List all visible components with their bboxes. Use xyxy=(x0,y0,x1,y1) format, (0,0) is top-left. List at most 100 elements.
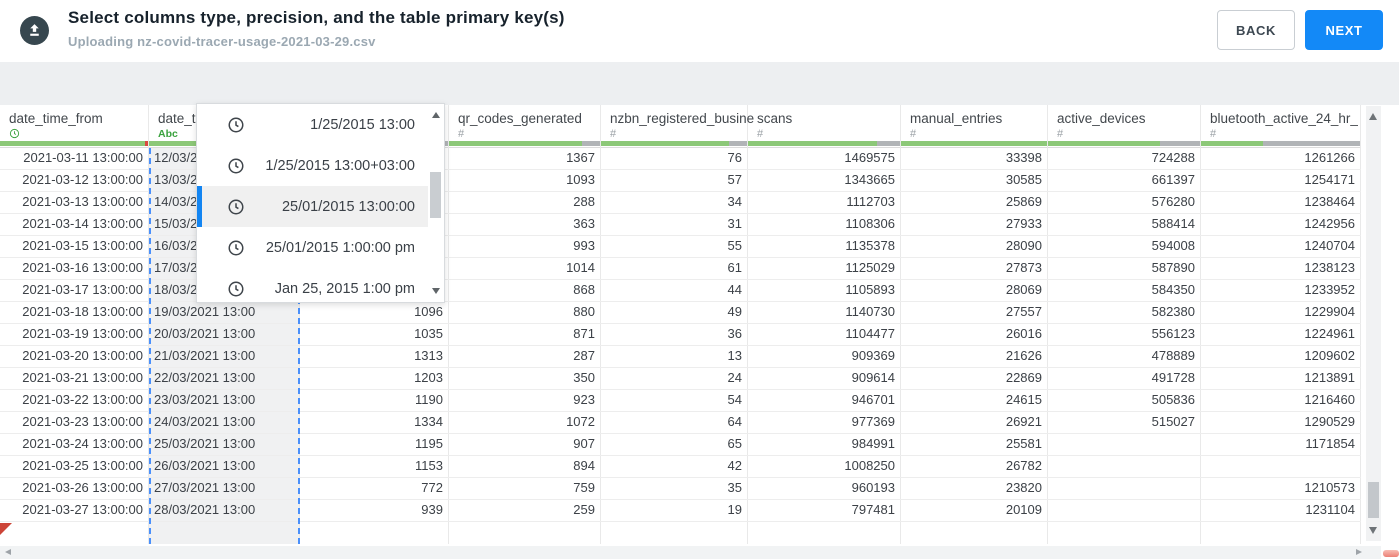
column-header[interactable]: bluetooth_active_24_hr_ # xyxy=(1201,105,1361,148)
table-cell: 868 xyxy=(449,280,601,301)
table-cell: 25869 xyxy=(901,192,1048,213)
option-label: 25/01/2015 1:00:00 pm xyxy=(265,239,415,256)
table-row: 2021-03-23 13:00:00 24/03/2021 13:00 1334 1… xyxy=(0,412,1361,434)
scroll-right-arrow[interactable] xyxy=(1356,549,1362,555)
table-cell: 1096 xyxy=(300,302,449,323)
table-cell: 61 xyxy=(601,258,748,279)
column-header[interactable]: nzbn_registered_busine # xyxy=(601,105,754,148)
table-cell: 33398 xyxy=(901,148,1048,169)
column-quality-bar xyxy=(901,141,1047,146)
table-cell: 2021-03-22 13:00:00 xyxy=(0,390,149,411)
table-cell: 27933 xyxy=(901,214,1048,235)
table-cell: 27/03/2021 13:00 xyxy=(149,478,300,499)
csv-upload-wizard: Select columns type, precision, and the … xyxy=(0,0,1399,560)
table-cell: 505836 xyxy=(1048,390,1201,411)
column-quality-bar xyxy=(601,141,747,146)
table-cell: 2021-03-18 13:00:00 xyxy=(0,302,149,323)
table-row: 2021-03-26 13:00:00 27/03/2021 13:00 772 75… xyxy=(0,478,1361,500)
column-name: scans xyxy=(757,111,793,126)
table-cell: 26/03/2021 13:00 xyxy=(149,456,300,477)
column-header[interactable]: date_time_from xyxy=(0,105,149,148)
table-cell: 21/03/2021 13:00 xyxy=(149,346,300,367)
clock-icon xyxy=(227,157,245,175)
table-cell: 2021-03-25 13:00:00 xyxy=(0,456,149,477)
table-cell: 19 xyxy=(601,500,748,521)
table-cell: 1213891 xyxy=(1201,368,1361,389)
table-cell: 1140730 xyxy=(748,302,901,323)
dropdown-scrollbar-thumb[interactable] xyxy=(430,172,441,218)
table-row: 2021-03-21 13:00:00 22/03/2021 13:00 1203 3… xyxy=(0,368,1361,390)
table-cell: 2021-03-12 13:00:00 xyxy=(0,170,149,191)
table-cell: 35 xyxy=(601,478,748,499)
wizard-header: Select columns type, precision, and the … xyxy=(0,0,1399,62)
table-cell: 478889 xyxy=(1048,346,1201,367)
table-cell: 1135378 xyxy=(748,236,901,257)
upload-status: Uploading nz-covid-tracer-usage-2021-03-… xyxy=(68,34,376,49)
table-cell: 1008250 xyxy=(748,456,901,477)
red-scroll-indicator xyxy=(1383,550,1399,557)
wizard-titles: Select columns type, precision, and the … xyxy=(68,8,565,49)
dropdown-option[interactable]: 25/01/2015 13:00:00 xyxy=(197,186,429,227)
dropdown-option[interactable]: Jan 25, 2015 1:00 pm xyxy=(197,268,429,302)
scroll-up-arrow[interactable] xyxy=(1369,113,1377,120)
table-cell: 28/03/2021 13:00 xyxy=(149,500,300,521)
table-cell: 984991 xyxy=(748,434,901,455)
dropdown-option[interactable]: 1/25/2015 13:00+03:00 xyxy=(197,145,429,186)
vertical-scrollbar-thumb[interactable] xyxy=(1368,482,1379,518)
column-type-indicator: # xyxy=(458,128,465,140)
table-cell: 946701 xyxy=(748,390,901,411)
next-button[interactable]: NEXT xyxy=(1305,10,1383,50)
table-cell: 2021-03-24 13:00:00 xyxy=(0,434,149,455)
column-header[interactable]: scans # xyxy=(748,105,901,148)
vertical-scrollbar[interactable] xyxy=(1366,106,1381,541)
column-header[interactable]: manual_entries # xyxy=(901,105,1048,148)
back-button[interactable]: BACK xyxy=(1217,10,1295,50)
scroll-down-arrow[interactable] xyxy=(1369,527,1377,534)
column-header[interactable]: qr_codes_generated # xyxy=(449,105,601,148)
table-cell: 1072 xyxy=(449,412,601,433)
clock-icon xyxy=(227,280,245,298)
table-cell: 1261266 xyxy=(1201,148,1361,169)
option-label: 1/25/2015 13:00+03:00 xyxy=(265,157,415,174)
table-cell: 26921 xyxy=(901,412,1048,433)
table-cell: 44 xyxy=(601,280,748,301)
column-quality-bar xyxy=(0,141,148,146)
table-cell: 2021-03-16 13:00:00 xyxy=(0,258,149,279)
table-cell: 31 xyxy=(601,214,748,235)
table-cell xyxy=(1201,456,1361,477)
table-cell xyxy=(449,522,601,544)
table-cell: 1367 xyxy=(449,148,601,169)
table-row: 2021-03-27 13:00:00 28/03/2021 13:00 939 25… xyxy=(0,500,1361,522)
table-cell: 2021-03-20 13:00:00 xyxy=(0,346,149,367)
date-format-options: 1/25/2015 13:00 1/25/2015 13:00+03:00 25/0… xyxy=(197,104,429,302)
table-cell: 363 xyxy=(449,214,601,235)
dropdown-scroll-up-arrow[interactable] xyxy=(432,112,440,118)
table-cell: 1105893 xyxy=(748,280,901,301)
table-cell: 1229904 xyxy=(1201,302,1361,323)
dropdown-scrollbar[interactable] xyxy=(428,104,444,302)
clock-icon xyxy=(9,128,20,139)
table-cell: 20/03/2021 13:00 xyxy=(149,324,300,345)
table-cell: 1035 xyxy=(300,324,449,345)
column-quality-bar xyxy=(449,141,600,146)
datetime-type-icon xyxy=(9,128,20,142)
column-header[interactable]: active_devices # xyxy=(1048,105,1201,148)
dropdown-option[interactable]: 25/01/2015 1:00:00 pm xyxy=(197,227,429,268)
table-cell xyxy=(300,522,449,544)
table-cell: 2021-03-11 13:00:00 xyxy=(0,148,149,169)
table-cell: 588414 xyxy=(1048,214,1201,235)
table-cell: 30585 xyxy=(901,170,1048,191)
table-cell: 26016 xyxy=(901,324,1048,345)
dropdown-option[interactable]: 1/25/2015 13:00 xyxy=(197,104,429,145)
option-label: Jan 25, 2015 1:00 pm xyxy=(274,280,415,297)
table-cell: 1104477 xyxy=(748,324,901,345)
table-cell: 1240704 xyxy=(1201,236,1361,257)
dropdown-scroll-down-arrow[interactable] xyxy=(432,288,440,294)
horizontal-scrollbar[interactable] xyxy=(0,546,1381,559)
table-cell: 909369 xyxy=(748,346,901,367)
table-cell: 1343665 xyxy=(748,170,901,191)
table-cell: 19/03/2021 13:00 xyxy=(149,302,300,323)
table-cell: 350 xyxy=(449,368,601,389)
table-cell: 894 xyxy=(449,456,601,477)
scroll-left-arrow[interactable] xyxy=(5,549,11,555)
